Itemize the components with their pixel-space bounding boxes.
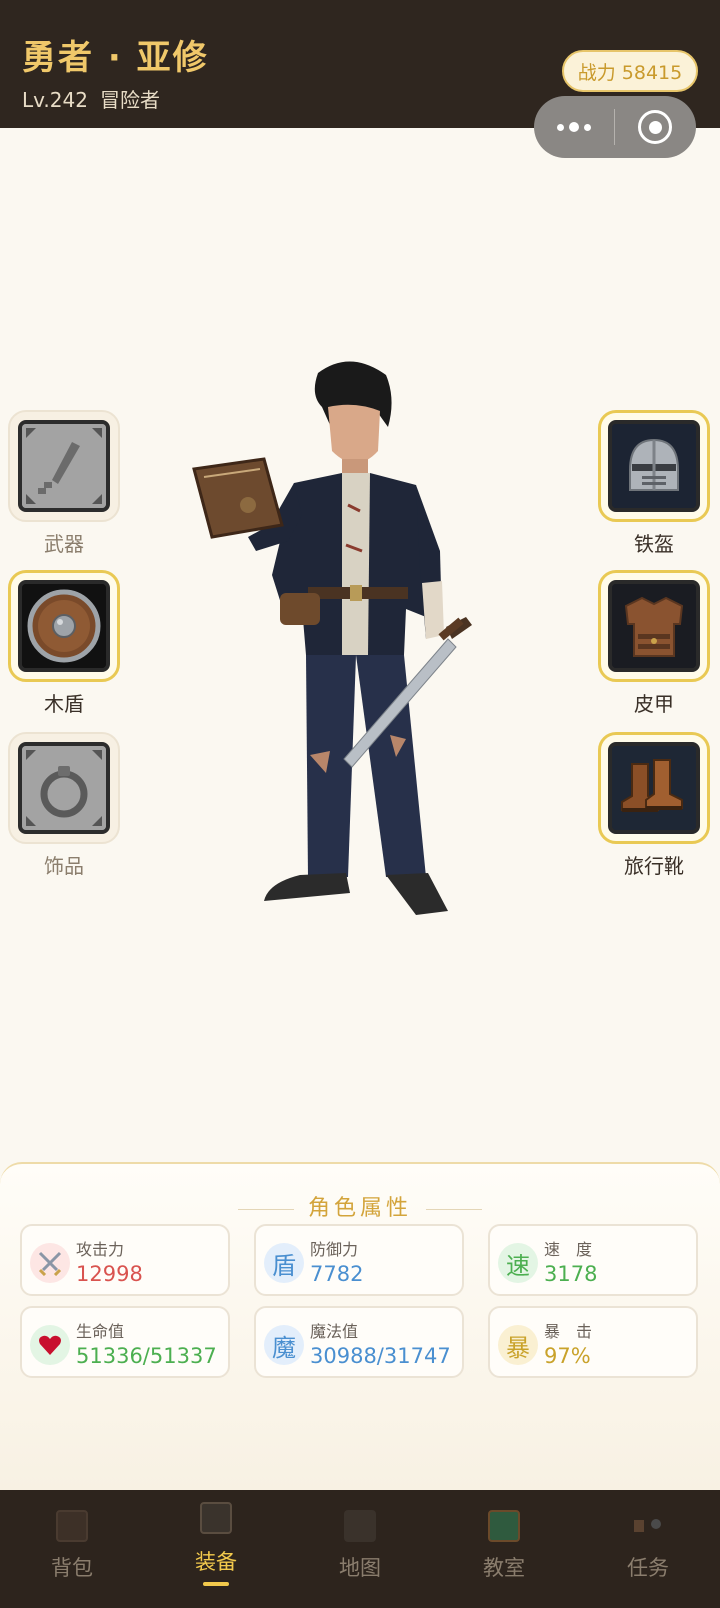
nav-classroom-label: 教室 bbox=[483, 1556, 525, 1580]
stat-defense: 盾 防御力 7782 bbox=[254, 1224, 464, 1296]
slot-shield-label: 木盾 bbox=[44, 692, 84, 716]
stat-crit-value: 97% bbox=[544, 1344, 591, 1368]
stat-crit-label: 暴 击 bbox=[544, 1322, 593, 1341]
more-menu-button[interactable] bbox=[534, 96, 614, 158]
nav-quests[interactable]: 任务 bbox=[576, 1490, 720, 1608]
bottom-nav: 背包 装备 地图 教室 任务 bbox=[0, 1490, 720, 1608]
magic-icon: 魔 bbox=[264, 1325, 304, 1365]
combat-power-badge: 战力 58415 bbox=[562, 50, 698, 92]
iron-helmet-icon bbox=[608, 420, 700, 512]
stat-attack-label: 攻击力 bbox=[76, 1240, 125, 1259]
map-icon bbox=[344, 1510, 376, 1542]
nav-equipment-label: 装备 bbox=[195, 1550, 237, 1574]
nav-map[interactable]: 地图 bbox=[288, 1490, 432, 1608]
slot-shield[interactable] bbox=[8, 570, 120, 682]
nav-equipment[interactable]: 装备 bbox=[144, 1490, 288, 1608]
slot-armor[interactable] bbox=[598, 570, 710, 682]
stat-mp: 魔 魔法值 30988/31747 bbox=[254, 1306, 464, 1378]
stat-attack: 攻击力 12998 bbox=[20, 1224, 230, 1296]
stat-attack-value: 12998 bbox=[76, 1262, 143, 1286]
crossed-swords-icon bbox=[30, 1243, 70, 1283]
nav-backpack[interactable]: 背包 bbox=[0, 1490, 144, 1608]
nav-map-label: 地图 bbox=[339, 1556, 381, 1580]
stat-crit: 暴 暴 击 97% bbox=[488, 1306, 698, 1378]
slot-accessory-label: 饰品 bbox=[44, 854, 84, 878]
hero-class: 冒险者 bbox=[99, 88, 160, 112]
stat-hp-value: 51336/51337 bbox=[76, 1344, 217, 1368]
nav-quests-label: 任务 bbox=[627, 1556, 669, 1580]
stat-speed-label: 速 度 bbox=[544, 1240, 593, 1259]
hero-level: Lv.242 bbox=[22, 88, 88, 112]
slot-boots[interactable] bbox=[598, 732, 710, 844]
character-portrait bbox=[190, 355, 490, 945]
attributes-title: 角色属性 bbox=[0, 1190, 720, 1222]
stat-defense-value: 7782 bbox=[310, 1262, 364, 1286]
stat-speed: 速 速 度 3178 bbox=[488, 1224, 698, 1296]
nav-backpack-label: 背包 bbox=[51, 1556, 93, 1580]
close-program-button[interactable] bbox=[615, 96, 695, 158]
mini-program-capsule bbox=[534, 96, 696, 158]
slot-helmet[interactable] bbox=[598, 410, 710, 522]
stat-mp-value: 30988/31747 bbox=[310, 1344, 451, 1368]
equipment-icon bbox=[200, 1502, 232, 1534]
stat-mp-label: 魔法值 bbox=[310, 1322, 359, 1341]
hero-subtitle: Lv.242 冒险者 bbox=[22, 84, 172, 113]
slot-weapon[interactable] bbox=[8, 410, 120, 522]
slot-boots-label: 旅行靴 bbox=[624, 854, 684, 878]
chalkboard-icon bbox=[488, 1510, 520, 1542]
wooden-shield-icon bbox=[18, 580, 110, 672]
stat-speed-value: 3178 bbox=[544, 1262, 598, 1286]
crit-icon: 暴 bbox=[498, 1325, 538, 1365]
quest-icon bbox=[632, 1510, 664, 1542]
target-icon bbox=[638, 110, 672, 144]
weapon-icon bbox=[18, 420, 110, 512]
shield-icon: 盾 bbox=[264, 1243, 304, 1283]
nav-classroom[interactable]: 教室 bbox=[432, 1490, 576, 1608]
slot-armor-label: 皮甲 bbox=[634, 692, 674, 716]
more-dots-icon bbox=[557, 123, 564, 131]
active-indicator bbox=[203, 1582, 229, 1586]
slot-weapon-label: 武器 bbox=[44, 532, 84, 556]
heart-icon bbox=[30, 1325, 70, 1365]
hero-name: 勇者 · 亚修 bbox=[22, 38, 209, 78]
stat-hp-label: 生命值 bbox=[76, 1322, 125, 1341]
slot-helmet-label: 铁盔 bbox=[634, 532, 674, 556]
speed-icon: 速 bbox=[498, 1243, 538, 1283]
attributes-panel: 角色属性 攻击力 12998 盾 防御力 7782 速 速 度 3178 生命值… bbox=[0, 1162, 720, 1490]
ring-icon bbox=[18, 742, 110, 834]
stat-hp: 生命值 51336/51337 bbox=[20, 1306, 230, 1378]
slot-accessory[interactable] bbox=[8, 732, 120, 844]
leather-armor-icon bbox=[608, 580, 700, 672]
backpack-icon bbox=[56, 1510, 88, 1542]
boots-icon bbox=[608, 742, 700, 834]
stat-defense-label: 防御力 bbox=[310, 1240, 359, 1259]
